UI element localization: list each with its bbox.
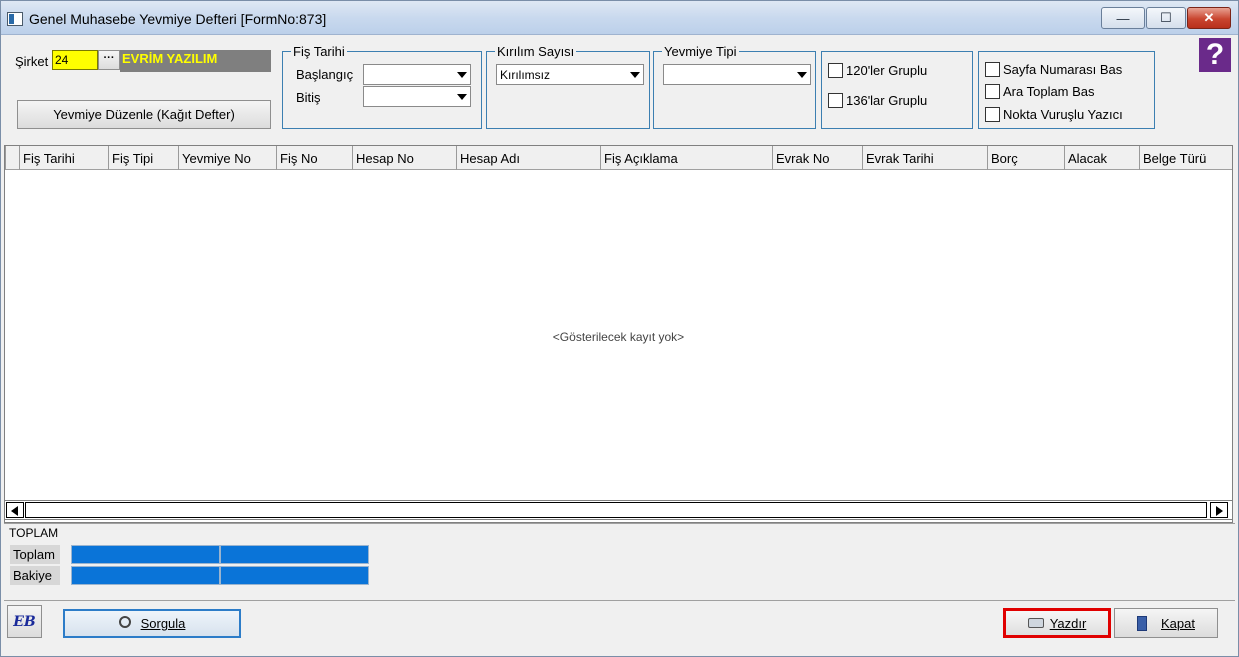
- balance-label: Bakiye: [10, 566, 60, 585]
- group-120-checkbox[interactable]: 120'ler Gruplu: [828, 63, 927, 78]
- column-header[interactable]: Fiş Tipi: [108, 146, 178, 170]
- dot-matrix-label: Nokta Vuruşlu Yazıcı: [1003, 107, 1123, 122]
- date-group-title: Fiş Tarihi: [291, 44, 347, 59]
- maximize-icon: ☐: [1160, 10, 1172, 25]
- page-number-checkbox[interactable]: Sayfa Numarası Bas: [985, 62, 1122, 77]
- query-button[interactable]: Sorgula: [63, 609, 241, 638]
- query-label: Sorgula: [140, 616, 186, 631]
- scroll-track[interactable]: [25, 502, 1207, 518]
- subtotal-checkbox[interactable]: Ara Toplam Bas: [985, 84, 1095, 99]
- close-window-button[interactable]: ✕: [1187, 7, 1231, 29]
- chevron-down-icon: [457, 72, 467, 78]
- break-count-select[interactable]: Kırılımsız: [496, 64, 644, 85]
- grid-indicator-column: [5, 146, 18, 170]
- arrow-right-icon: [1216, 506, 1223, 516]
- end-date-picker[interactable]: [363, 86, 471, 107]
- eb-logo-button[interactable]: EB: [7, 605, 42, 638]
- group-136-label: 136'lar Gruplu: [846, 93, 928, 108]
- column-header[interactable]: Borç: [987, 146, 1064, 170]
- end-date-label: Bitiş: [296, 90, 321, 105]
- column-header[interactable]: Fiş Tarihi: [19, 146, 108, 170]
- print-label: Yazdır: [1049, 615, 1087, 631]
- column-header[interactable]: Fiş Açıklama: [600, 146, 772, 170]
- column-header[interactable]: Evrak Tarihi: [862, 146, 987, 170]
- start-date-label: Başlangıç: [296, 67, 354, 82]
- page-number-label: Sayfa Numarası Bas: [1003, 62, 1123, 77]
- chevron-down-icon: [797, 72, 807, 78]
- type-group-title: Yevmiye Tipi: [662, 44, 739, 59]
- main-window: Genel Muhasebe Yevmiye Defteri [FormNo:8…: [0, 0, 1239, 657]
- date-group: Fiş Tarihi Başlangıç Bitiş: [282, 44, 482, 129]
- total-debit-value: [71, 545, 220, 564]
- close-icon: ✕: [1203, 10, 1215, 25]
- column-header[interactable]: Fiş No: [276, 146, 352, 170]
- break-group-title: Kırılım Sayısı: [495, 44, 577, 59]
- dot-matrix-checkbox[interactable]: Nokta Vuruşlu Yazıcı: [985, 107, 1123, 122]
- yevmiye-edit-button[interactable]: Yevmiye Düzenle (Kağıt Defter): [17, 100, 271, 129]
- column-header[interactable]: Hesap No: [352, 146, 456, 170]
- group-136-checkbox[interactable]: 136'lar Gruplu: [828, 93, 927, 108]
- type-group: Yevmiye Tipi: [653, 44, 816, 129]
- column-header[interactable]: Belge Türü: [1139, 146, 1232, 170]
- company-code-input[interactable]: 24: [52, 50, 98, 70]
- bottom-divider: [4, 600, 1235, 601]
- balance-credit-value: [220, 566, 369, 585]
- subtotal-label: Ara Toplam Bas: [1003, 84, 1095, 99]
- chevron-down-icon: [457, 94, 467, 100]
- minimize-button[interactable]: —: [1101, 7, 1145, 29]
- column-header[interactable]: Yevmiye No: [178, 146, 276, 170]
- door-icon: [1137, 615, 1147, 631]
- maximize-button[interactable]: ☐: [1146, 7, 1186, 29]
- scroll-left-button[interactable]: [6, 502, 24, 518]
- print-options: Sayfa Numarası Bas Ara Toplam Bas Nokta …: [978, 51, 1155, 129]
- balance-debit-value: [71, 566, 220, 585]
- print-button[interactable]: Yazdır: [1003, 608, 1111, 638]
- help-icon[interactable]: ?: [1199, 38, 1231, 72]
- horizontal-scrollbar[interactable]: [4, 500, 1233, 520]
- arrow-left-icon: [11, 506, 18, 516]
- window-title: Genel Muhasebe Yevmiye Defteri [FormNo:8…: [29, 11, 327, 27]
- break-group: Kırılım Sayısı Kırılımsız: [486, 44, 650, 129]
- company-name: EVRİM YAZILIM: [120, 50, 271, 72]
- totals-divider: [4, 523, 1235, 524]
- journal-grid[interactable]: Fiş Tarihi Fiş Tipi Yevmiye No Fiş No He…: [4, 145, 1233, 523]
- total-credit-value: [220, 545, 369, 564]
- scroll-right-button[interactable]: [1210, 502, 1228, 518]
- yevmiye-type-select[interactable]: [663, 64, 811, 85]
- magnifier-icon: [118, 615, 131, 628]
- printer-icon: [1027, 618, 1044, 628]
- minimize-icon: —: [1116, 10, 1130, 26]
- company-label: Şirket: [15, 54, 49, 69]
- close-button[interactable]: Kapat: [1114, 608, 1218, 638]
- chevron-down-icon: [630, 72, 640, 78]
- grid-header: Fiş Tarihi Fiş Tipi Yevmiye No Fiş No He…: [5, 146, 1232, 170]
- title-bar[interactable]: Genel Muhasebe Yevmiye Defteri [FormNo:8…: [1, 1, 1238, 35]
- form-content: Şirket 24 ··· EVRİM YAZILIM Yevmiye Düze…: [4, 36, 1235, 654]
- start-date-picker[interactable]: [363, 64, 471, 85]
- app-icon: [7, 12, 23, 26]
- group-120-label: 120'ler Gruplu: [846, 63, 928, 78]
- column-header[interactable]: Hesap Adı: [456, 146, 600, 170]
- totals-title: TOPLAM: [9, 526, 59, 540]
- empty-message: <Gösterilecek kayıt yok>: [552, 330, 685, 344]
- column-header[interactable]: Alacak: [1064, 146, 1139, 170]
- grouping-options: 120'ler Gruplu 136'lar Gruplu: [821, 51, 973, 129]
- company-lookup-button[interactable]: ···: [98, 50, 120, 70]
- column-header[interactable]: Evrak No: [772, 146, 862, 170]
- total-label: Toplam: [10, 545, 60, 564]
- close-label: Kapat: [1161, 615, 1195, 631]
